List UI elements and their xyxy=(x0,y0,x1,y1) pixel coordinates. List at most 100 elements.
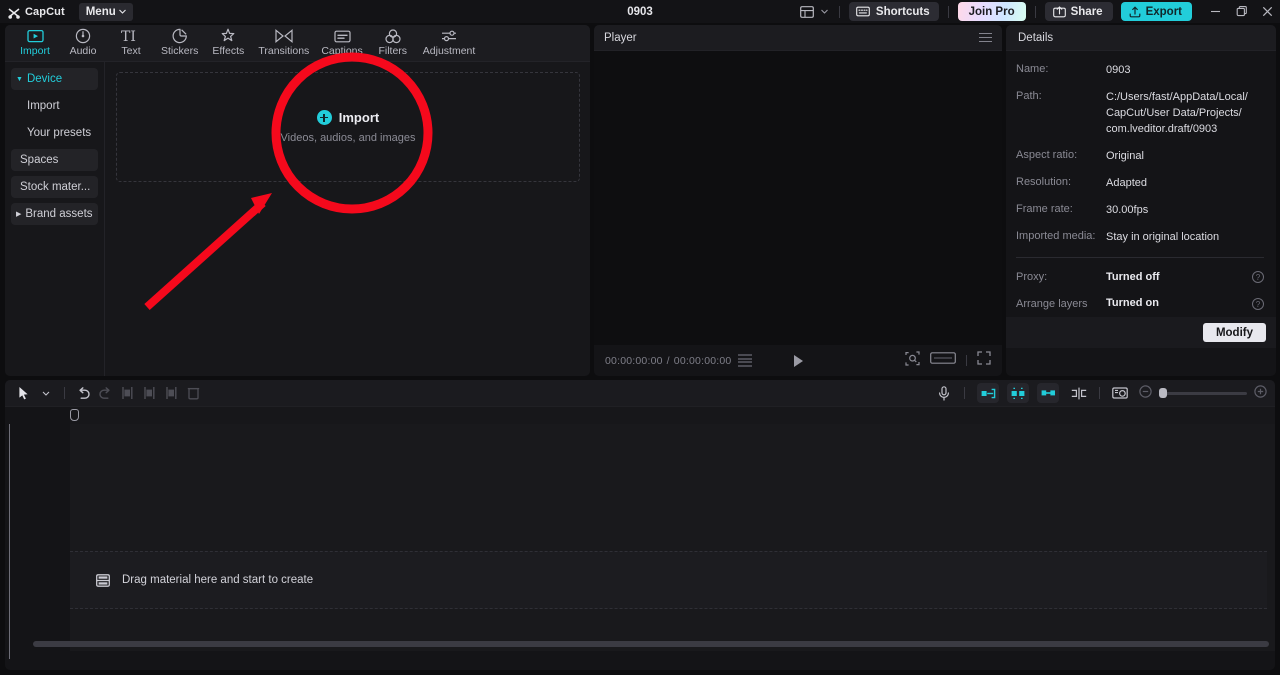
zoom-fit-button[interactable] xyxy=(905,350,920,371)
tab-filters[interactable]: Filters xyxy=(369,25,417,57)
tab-text[interactable]: TI Text xyxy=(107,25,155,57)
export-upload-icon xyxy=(1129,5,1140,17)
tab-label: Audio xyxy=(69,45,97,57)
sidebar-item-label: Device xyxy=(26,73,63,85)
details-label: Imported media: xyxy=(1016,229,1096,242)
join-pro-button[interactable]: Join Pro xyxy=(957,2,1026,21)
link-toggle-button[interactable] xyxy=(1037,383,1059,403)
chevron-down-icon xyxy=(42,391,50,396)
media-panel-body: ▼ Device Import Your presets Spaces Stoc… xyxy=(5,62,590,376)
sidebar-item-brand-assets[interactable]: ▶ Brand assets xyxy=(11,203,98,225)
share-button[interactable]: Share xyxy=(1044,2,1113,21)
playhead-icon[interactable] xyxy=(70,409,79,421)
delete-button[interactable] xyxy=(182,383,204,403)
timeline-zoom-slider[interactable] xyxy=(1139,385,1267,401)
details-value: Stay in original location xyxy=(1106,230,1220,243)
import-action[interactable]: Import xyxy=(316,110,379,125)
minimize-button[interactable] xyxy=(1202,0,1228,23)
player-preview-stage[interactable] xyxy=(594,51,1002,345)
zoom-slider-thumb[interactable] xyxy=(1159,388,1167,398)
import-dropzone[interactable]: Import Videos, audios, and images xyxy=(116,72,580,182)
divider xyxy=(1099,387,1100,399)
layout-grid-icon xyxy=(800,5,814,18)
trim-both-icon xyxy=(165,387,176,399)
hamburger-icon[interactable] xyxy=(979,32,992,43)
tab-captions[interactable]: Captions xyxy=(315,25,368,57)
timeline-tracks[interactable]: Drag material here and start to create xyxy=(5,424,1275,659)
divider xyxy=(947,5,949,18)
trim-both-button[interactable] xyxy=(160,383,182,403)
snap-toggle-button[interactable] xyxy=(977,383,999,403)
zoom-in-icon[interactable] xyxy=(1254,385,1267,401)
details-row-name: Name: 0903 xyxy=(1016,63,1264,79)
aspect-ratio-icon xyxy=(930,352,956,364)
shortcuts-button[interactable]: Shortcuts xyxy=(848,2,939,21)
select-tool-dropdown[interactable] xyxy=(35,383,57,403)
split-button[interactable] xyxy=(1068,383,1090,403)
divider xyxy=(1016,256,1264,258)
details-label: Resolution: xyxy=(1016,175,1072,188)
zoom-fit-icon xyxy=(905,350,920,366)
divider xyxy=(1034,5,1036,18)
undo-button[interactable] xyxy=(72,383,94,403)
horizontal-scrollbar[interactable] xyxy=(33,641,1269,647)
sidebar-item-your-presets[interactable]: Your presets xyxy=(11,122,98,144)
sidebar-item-import[interactable]: Import xyxy=(11,95,98,117)
captions-icon xyxy=(333,28,351,44)
close-button[interactable] xyxy=(1254,0,1280,23)
snapshot-icon xyxy=(1112,387,1128,399)
timeline-ruler[interactable] xyxy=(5,407,1275,424)
details-title: Details xyxy=(1006,25,1276,51)
layout-button[interactable] xyxy=(798,5,830,18)
tab-label: Import xyxy=(20,45,50,57)
snapshot-button[interactable] xyxy=(1109,383,1131,403)
caret-down-icon: ▼ xyxy=(16,75,23,83)
record-voiceover-button[interactable] xyxy=(933,383,955,403)
zoom-out-icon[interactable] xyxy=(1139,385,1152,401)
aspect-ratio-button[interactable] xyxy=(930,351,956,370)
capcut-window: CapCut Menu 0903 Shortcuts Join Pro Shar… xyxy=(0,0,1280,675)
timecode-format-icon[interactable] xyxy=(738,354,753,367)
sidebar-item-label: Import xyxy=(27,100,60,112)
tab-adjustment[interactable]: Adjustment xyxy=(417,25,482,57)
menu-button[interactable]: Menu xyxy=(78,2,133,21)
zoom-slider-track[interactable] xyxy=(1159,388,1247,398)
tab-audio[interactable]: Audio xyxy=(59,25,107,57)
trim-start-button[interactable] xyxy=(116,383,138,403)
maximize-button[interactable] xyxy=(1228,0,1254,23)
help-circle-icon[interactable]: ? xyxy=(1252,271,1264,284)
export-label: Export xyxy=(1145,5,1182,18)
time-separator: / xyxy=(666,354,670,367)
export-button[interactable]: Export xyxy=(1120,2,1192,21)
details-footer: Modify xyxy=(1006,317,1276,348)
select-tool-button[interactable] xyxy=(13,383,35,403)
join-pro-label: Join Pro xyxy=(968,5,1015,18)
link-clip-icon xyxy=(1041,390,1055,396)
tab-effects[interactable]: Effects xyxy=(204,25,252,57)
undo-icon xyxy=(78,386,90,399)
sidebar-item-spaces[interactable]: Spaces xyxy=(11,149,98,171)
sidebar-item-device[interactable]: ▼ Device xyxy=(11,68,98,90)
divider xyxy=(966,355,967,366)
tab-stickers[interactable]: Stickers xyxy=(155,25,204,57)
trash-icon xyxy=(187,387,199,400)
details-label: Frame rate: xyxy=(1016,202,1073,215)
help-circle-icon[interactable]: ? xyxy=(1252,298,1264,311)
trim-end-icon xyxy=(143,387,154,399)
auto-arrange-toggle-button[interactable] xyxy=(1007,383,1029,403)
details-row-imported-media: Imported media: Stay in original locatio… xyxy=(1016,230,1264,246)
play-button[interactable] xyxy=(788,354,808,367)
timeline-dropzone[interactable]: Drag material here and start to create xyxy=(70,551,1267,609)
menu-label: Menu xyxy=(85,5,116,18)
tab-transitions[interactable]: Transitions xyxy=(252,25,315,57)
trim-end-button[interactable] xyxy=(138,383,160,403)
tab-label: Filters xyxy=(378,45,408,57)
modify-button[interactable]: Modify xyxy=(1202,323,1266,342)
redo-button[interactable] xyxy=(94,383,116,403)
adjustment-icon xyxy=(441,28,458,44)
sidebar-item-stock-materials[interactable]: Stock mater... xyxy=(11,176,98,198)
fullscreen-button[interactable] xyxy=(977,351,991,370)
tab-import[interactable]: Import xyxy=(11,25,59,57)
sidebar-item-label: Your presets xyxy=(27,127,92,139)
audio-icon xyxy=(75,28,91,44)
